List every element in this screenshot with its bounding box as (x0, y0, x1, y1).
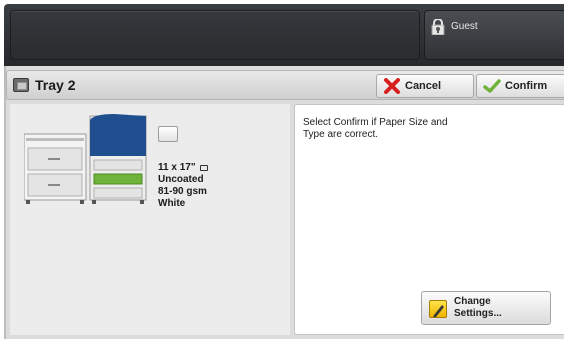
title-bar: Tray 2 Cancel Confirm (6, 70, 564, 100)
padlock-user-icon (431, 19, 445, 35)
tray-icon (13, 78, 29, 92)
red-x-icon (384, 78, 400, 94)
landscape-orientation-icon (199, 165, 208, 171)
tray-select-box[interactable] (158, 126, 178, 142)
pencil-glyph-icon (433, 305, 444, 317)
change-settings-label: Change Settings... (454, 296, 502, 320)
cancel-button[interactable]: Cancel (376, 74, 474, 98)
guest-label: Guest (451, 21, 478, 32)
confirm-button[interactable]: Confirm (476, 74, 564, 98)
paper-type: Uncoated (158, 174, 204, 185)
tray-details-area: 11 x 17" Uncoated 81-90 gsm White (10, 104, 290, 335)
change-settings-button[interactable]: Change Settings... (421, 291, 551, 325)
confirm-label: Confirm (505, 80, 548, 92)
page-title: Tray 2 (35, 77, 76, 93)
paper-weight: 81-90 gsm (158, 186, 207, 197)
pencil-icon (429, 300, 447, 318)
screen: Guest Tray 2 Cancel Confirm 11 x 17" Unc… (0, 0, 564, 339)
message-area (10, 10, 420, 60)
instruction-line-2: Type are correct. (303, 129, 379, 140)
change-label-line-2: Settings... (454, 308, 502, 319)
paper-color: White (158, 198, 186, 209)
cancel-label: Cancel (405, 80, 442, 92)
instruction-panel: Select Confirm if Paper Size and Type ar… (294, 104, 564, 335)
paper-info: 11 x 17" Uncoated 81-90 gsm White (158, 162, 208, 210)
change-label-line-1: Change (454, 296, 491, 307)
instruction-text: Select Confirm if Paper Size and Type ar… (303, 117, 503, 141)
instruction-line-1: Select Confirm if Paper Size and (303, 117, 448, 128)
paper-size: 11 x 17" (158, 162, 196, 173)
guest-button[interactable]: Guest (424, 10, 564, 60)
green-check-icon (483, 79, 501, 93)
printer-illustration (24, 114, 147, 204)
